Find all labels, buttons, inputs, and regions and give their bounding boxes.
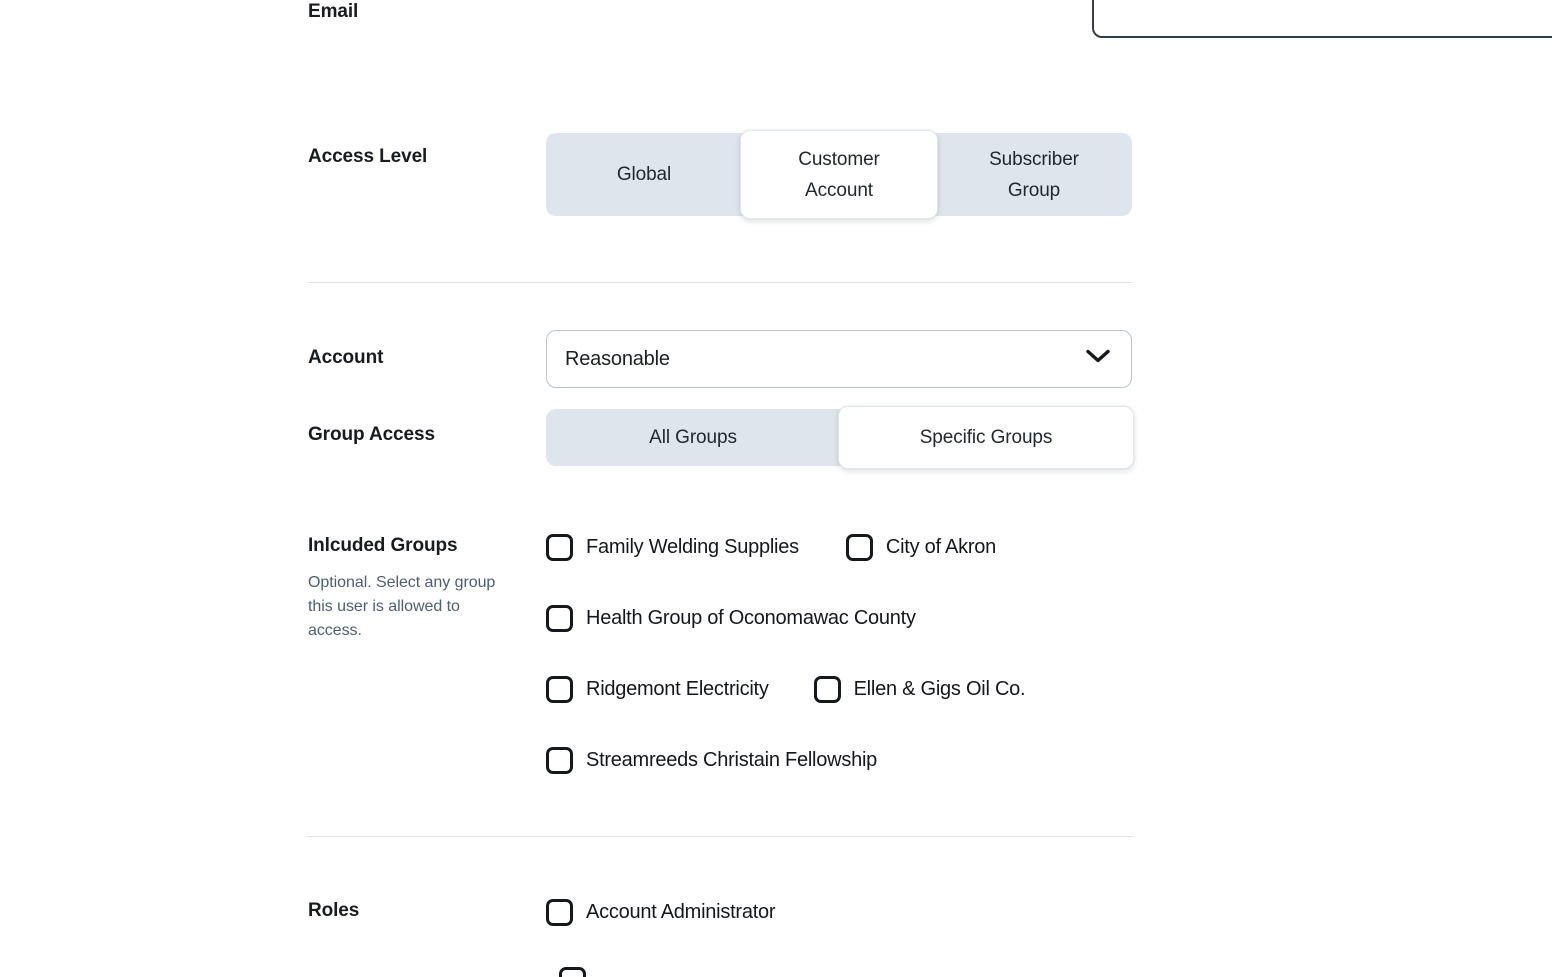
checkbox-icon[interactable] [845, 534, 873, 561]
checkbox-icon[interactable] [546, 605, 573, 632]
segment-option-global[interactable]: Global [546, 133, 742, 216]
chevron-down-icon [1085, 349, 1111, 370]
included-groups-help-text: Optional. Select any group this user is … [308, 574, 496, 639]
checkbox-row: Health Group of Oconomawac County [546, 605, 1132, 632]
checkbox-label: Ridgemont Electricity [586, 678, 769, 700]
field-row-group-access: Group Access All Groups Specific Groups [308, 406, 1134, 469]
checkbox-label: City of Akron [885, 536, 997, 558]
checkbox-item-family-welding-supplies[interactable]: Family Welding Supplies [546, 534, 799, 561]
roles-label: Roles [308, 900, 360, 921]
user-access-form: Email Access Level Global Customer Accou… [0, 0, 1552, 977]
checkbox-row: Ridgemont Electricity Ellen & Gigs Oil C… [546, 676, 1132, 703]
group-access-segmented-control: All Groups Specific Groups [546, 406, 1134, 469]
checkbox-row: Family Welding Supplies City of Akron [546, 534, 1132, 561]
section-divider-bottom [308, 836, 1132, 837]
segment-option-all-groups[interactable]: All Groups [546, 409, 840, 466]
section-divider-top [308, 282, 1132, 283]
checkbox-row: Streamreeds Christain Fellowship [546, 747, 1132, 774]
segment-option-subscriber-group[interactable]: Subscriber Group [936, 133, 1132, 216]
field-row-included-groups: Inlcuded Groups Optional. Select any gro… [308, 534, 1132, 774]
segment-option-specific-groups[interactable]: Specific Groups [838, 406, 1134, 469]
included-groups-label-block: Inlcuded Groups Optional. Select any gro… [308, 534, 546, 643]
segment-label: Subscriber Group [989, 148, 1079, 201]
checkbox-item-health-group-of-oconomawac-county[interactable]: Health Group of Oconomawac County [546, 605, 916, 632]
checkbox-icon[interactable] [813, 676, 841, 703]
account-select[interactable]: Reasonable [546, 330, 1132, 388]
checkbox-label: Ellen & Gigs Oil Co. [853, 678, 1026, 700]
checkbox-item-clipped-next-role[interactable] [559, 967, 586, 977]
field-row-account: Account Reasonable [308, 330, 1132, 388]
group-access-control: All Groups Specific Groups [546, 406, 1134, 469]
checkbox-icon[interactable] [546, 899, 573, 926]
included-groups-label: Inlcuded Groups [308, 535, 458, 556]
checkbox-label: Family Welding Supplies [586, 536, 799, 558]
account-control: Reasonable [546, 330, 1132, 388]
checkbox-item-account-administrator[interactable]: Account Administrator [546, 899, 1132, 926]
email-label: Email [308, 1, 359, 22]
field-row-access-level: Access Level Global Customer Account Sub… [308, 130, 1132, 219]
checkbox-icon[interactable] [546, 676, 573, 703]
roles-checkbox-list: Account Administrator [546, 899, 1132, 926]
field-row-email: Email [308, 0, 1552, 40]
access-level-segmented-control: Global Customer Account Subscriber Group [546, 130, 1132, 219]
checkbox-item-ellen-gigs-oil-co[interactable]: Ellen & Gigs Oil Co. [813, 676, 1026, 703]
account-label: Account [308, 347, 384, 368]
checkbox-label: Health Group of Oconomawac County [586, 607, 916, 629]
segment-label: All Groups [649, 427, 737, 448]
access-level-label: Access Level [308, 146, 428, 167]
checkbox-label: Streamreeds Christain Fellowship [586, 749, 878, 771]
segment-label: Customer Account [798, 148, 880, 201]
segment-option-customer-account[interactable]: Customer Account [740, 130, 938, 219]
checkbox-label: Account Administrator [586, 901, 776, 923]
checkbox-item-streamreeds-christain-fellowship[interactable]: Streamreeds Christain Fellowship [546, 747, 877, 774]
email-input[interactable] [1092, 0, 1552, 38]
included-groups-checkbox-list: Family Welding Supplies City of Akron He… [546, 534, 1132, 774]
field-row-roles: Roles Account Administrator [308, 899, 1132, 926]
account-selected-value: Reasonable [565, 347, 670, 370]
segment-label: Specific Groups [919, 427, 1053, 448]
checkbox-item-city-of-akron[interactable]: City of Akron [845, 534, 997, 561]
checkbox-icon[interactable] [546, 534, 573, 561]
segment-label: Global [616, 164, 672, 185]
checkbox-icon[interactable] [559, 967, 586, 977]
access-level-control: Global Customer Account Subscriber Group [546, 130, 1132, 219]
checkbox-item-ridgemont-electricity[interactable]: Ridgemont Electricity [546, 676, 769, 703]
checkbox-icon[interactable] [546, 747, 573, 774]
group-access-label: Group Access [308, 424, 435, 445]
